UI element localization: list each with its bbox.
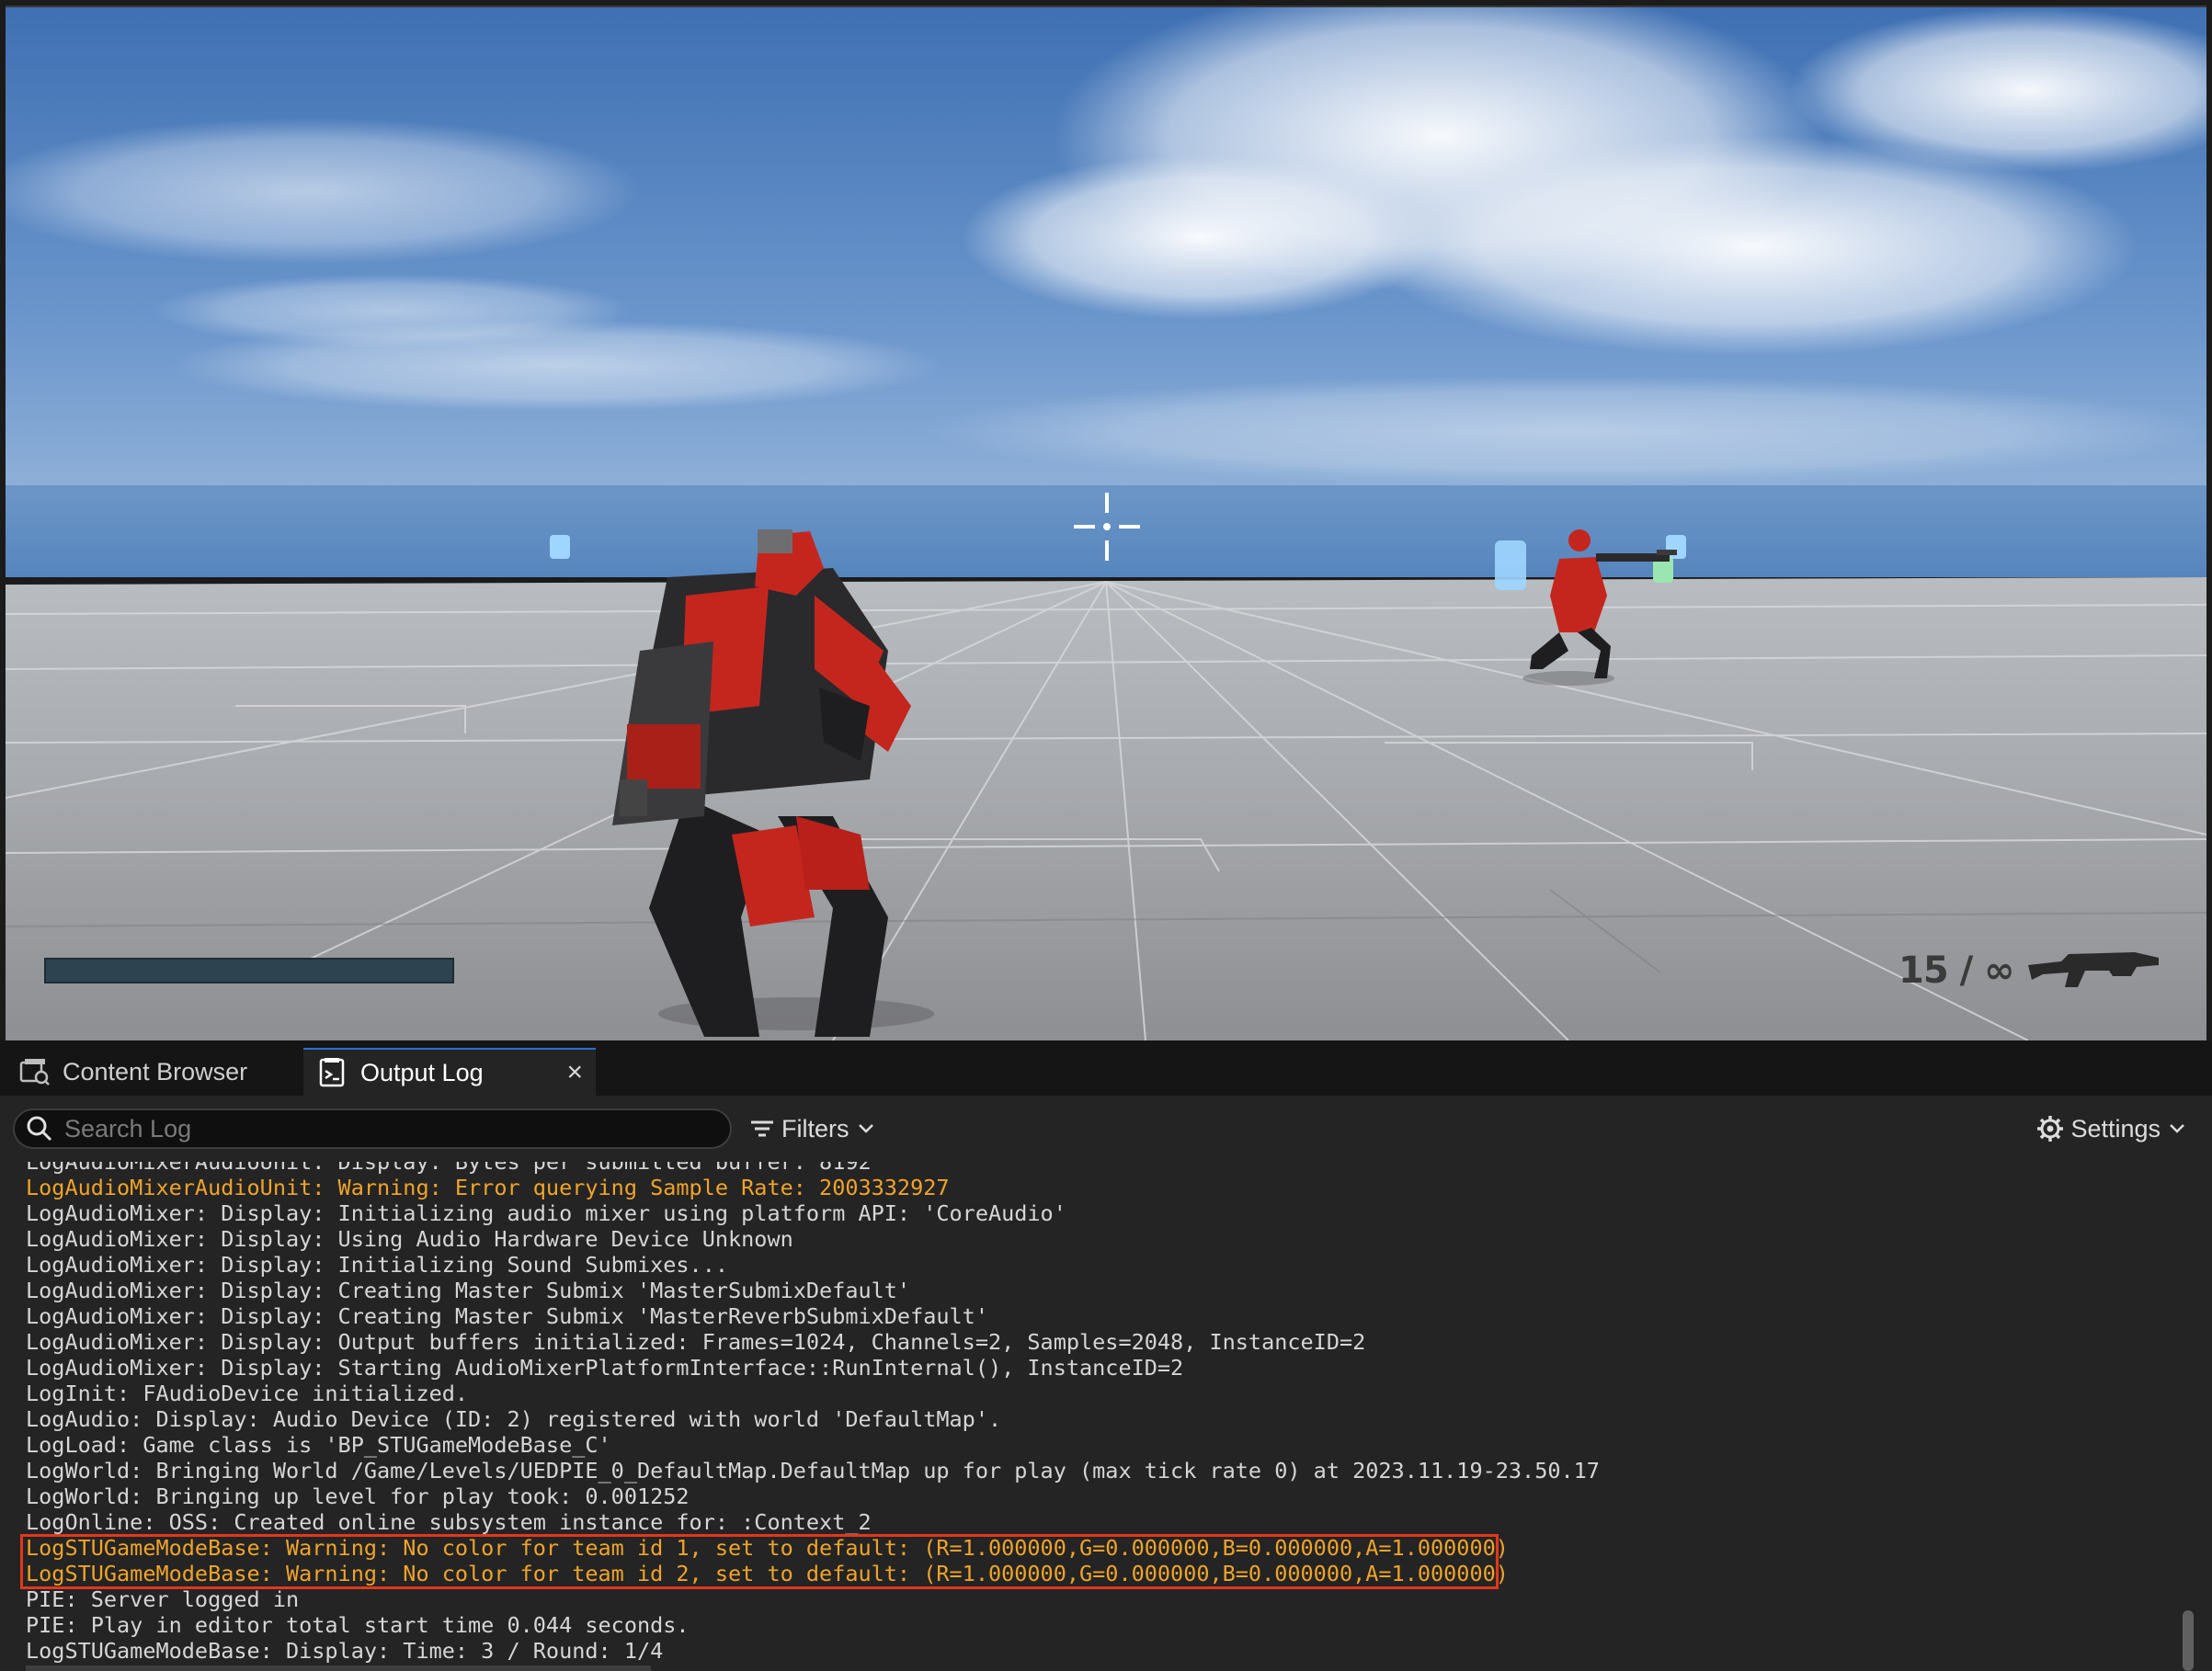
chevron-down-icon — [2170, 1124, 2184, 1133]
log-line: LogAudioMixer: Display: Starting AudioMi… — [26, 1355, 1184, 1381]
output-log[interactable]: LogAudioMixerAudioUnit: Display: Bytes p… — [0, 1162, 2212, 1671]
horizontal-scrollbar[interactable] — [26, 1665, 651, 1671]
log-line: LogInit: FAudioDevice initialized. — [26, 1381, 469, 1406]
search-input[interactable] — [63, 1113, 710, 1144]
game-viewport[interactable]: 15 / ∞ — [6, 6, 2206, 1040]
log-toolbar: Filters Settings — [0, 1096, 2212, 1162]
gear-icon — [2037, 1116, 2064, 1142]
log-line: LogAudioMixer: Display: Initializing aud… — [26, 1200, 1066, 1226]
rifle-icon — [2028, 952, 2159, 987]
search-icon — [27, 1116, 52, 1142]
log-line: LogAudioMixer: Display: Creating Master … — [26, 1278, 911, 1303]
log-line-warning: LogSTUGameModeBase: Warning: No color fo… — [26, 1561, 1509, 1586]
log-line-warning: LogAudioMixerAudioUnit: Warning: Error q… — [26, 1175, 950, 1200]
filter-icon — [751, 1120, 773, 1137]
settings-label: Settings — [2070, 1114, 2161, 1142]
health-bar — [44, 958, 454, 983]
ammo-counter: 15 / ∞ — [1898, 949, 2014, 992]
log-line: LogLoad: Game class is 'BP_STUGameModeBa… — [26, 1432, 611, 1458]
vertical-scrollbar[interactable] — [2183, 1610, 2194, 1671]
chevron-down-icon — [858, 1124, 873, 1133]
output-log-icon — [319, 1058, 345, 1087]
log-line: LogAudioMixer: Display: Initializing Sou… — [26, 1252, 729, 1278]
log-list: LogAudioMixerAudioUnit: Display: Bytes p… — [26, 1162, 1600, 1664]
log-line: LogAudioMixer: Display: Using Audio Hard… — [26, 1226, 793, 1252]
log-line: LogSTUGameModeBase: Display: Time: 3 / R… — [26, 1638, 664, 1664]
log-line: LogOnline: OSS: Created online subsystem… — [26, 1509, 872, 1535]
search-box[interactable] — [13, 1108, 732, 1149]
log-line: LogWorld: Bringing up level for play too… — [26, 1483, 690, 1509]
close-icon[interactable]: × — [566, 1057, 583, 1088]
tab-output-log[interactable]: Output Log × — [303, 1048, 596, 1096]
log-line: LogAudio: Display: Audio Device (ID: 2) … — [26, 1406, 1002, 1432]
log-line: LogWorld: Bringing World /Game/Levels/UE… — [26, 1458, 1600, 1483]
log-line-warning: LogSTUGameModeBase: Warning: No color fo… — [26, 1535, 1509, 1561]
game-scene — [6, 7, 2206, 1040]
log-line: LogAudioMixerAudioUnit: Display: Bytes p… — [26, 1162, 872, 1175]
content-browser-icon — [19, 1059, 50, 1086]
panel-tab-strip: Content Browser Output Log × — [0, 1040, 2212, 1096]
settings-button[interactable]: Settings — [2035, 1108, 2186, 1149]
log-line: LogAudioMixer: Display: Creating Master … — [26, 1303, 988, 1329]
filters-button[interactable]: Filters — [748, 1108, 875, 1149]
filters-label: Filters — [781, 1114, 849, 1142]
tab-content-browser[interactable]: Content Browser — [9, 1048, 257, 1096]
log-line: PIE: Server logged in — [26, 1586, 300, 1612]
tab-label: Output Log — [360, 1058, 484, 1086]
pickup-blue-left — [550, 535, 570, 559]
tab-label: Content Browser — [63, 1057, 248, 1086]
log-line: LogAudioMixer: Display: Output buffers i… — [26, 1329, 1366, 1355]
log-line: PIE: Play in editor total start time 0.0… — [26, 1612, 690, 1638]
